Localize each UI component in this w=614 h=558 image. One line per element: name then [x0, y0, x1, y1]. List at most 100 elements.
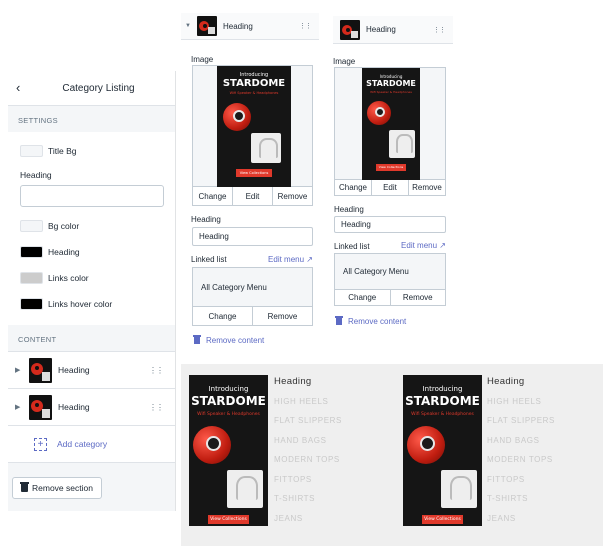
headphones-graphic	[227, 470, 263, 508]
bg-color-label: Bg color	[48, 221, 80, 231]
list-change-button[interactable]: Change	[193, 307, 253, 325]
add-plus-icon: +	[34, 437, 47, 451]
speaker-cone-graphic	[375, 107, 385, 117]
preview-link[interactable]: JEANS	[487, 514, 516, 523]
panel-header: ‹ Category Listing	[8, 71, 175, 106]
list-remove-button[interactable]: Remove	[253, 307, 312, 325]
preview-banner-image[interactable]: Introducing STARDOME Wifi Speaker & Head…	[189, 375, 268, 526]
preview-heading: Heading	[487, 376, 525, 387]
trash-icon	[20, 482, 29, 492]
preview-banner-image[interactable]: Introducing STARDOME Wifi Speaker & Head…	[403, 375, 482, 526]
bg-color-setting[interactable]: Bg color	[20, 213, 163, 239]
image-remove-button[interactable]: Remove	[409, 180, 445, 195]
preview-link[interactable]: FLAT SLIPPERS	[487, 416, 555, 425]
trash-icon	[335, 316, 343, 325]
image-label: Image	[333, 57, 356, 66]
banner-title: STARDOME	[366, 79, 416, 88]
image-change-button[interactable]: Change	[193, 187, 233, 205]
preview-link[interactable]: HIGH HEELS	[487, 397, 541, 406]
block-title: Heading	[223, 21, 253, 31]
preview-link[interactable]: HAND BAGS	[487, 436, 540, 445]
remove-section-button[interactable]: Remove section	[12, 477, 102, 499]
drag-handle-icon[interactable]: ⋮⋮	[299, 22, 312, 30]
title-bg-swatch[interactable]	[20, 145, 43, 157]
add-category-label: Add category	[57, 439, 108, 449]
banner-image: Introducing STARDOME Wifi Speaker & Head…	[362, 68, 420, 180]
list-change-button[interactable]: Change	[335, 290, 391, 305]
preview-link[interactable]: FITTOPS	[274, 475, 312, 484]
banner-button[interactable]: View Collections	[208, 515, 249, 524]
content-block-row[interactable]: ▶ Heading ⋮⋮	[8, 352, 175, 389]
banner-intro: Introducing	[208, 385, 249, 393]
preview-link[interactable]: T-SHIRTS	[274, 494, 315, 503]
list-remove-button[interactable]: Remove	[391, 290, 446, 305]
heading-color-swatch[interactable]	[20, 246, 43, 258]
heading-color-setting[interactable]: Heading	[20, 239, 163, 265]
links-color-setting[interactable]: Links color	[20, 265, 163, 291]
trash-icon	[193, 335, 201, 344]
edit-menu-link[interactable]: Edit menu ↗	[401, 241, 446, 250]
linked-list-label: Linked list	[191, 255, 227, 264]
links-hover-color-swatch[interactable]	[20, 298, 43, 310]
heading-field-label: Heading	[20, 170, 52, 180]
heading-input[interactable]	[20, 185, 164, 207]
image-picker: Introducing STARDOME Wifi Speaker & Head…	[192, 65, 313, 187]
preview-link[interactable]: FITTOPS	[487, 475, 525, 484]
image-label: Image	[191, 55, 214, 64]
drag-handle-icon[interactable]: ⋮⋮	[433, 26, 446, 34]
headphones-graphic	[389, 130, 415, 158]
remove-content-label: Remove content	[206, 336, 265, 345]
expand-caret-icon[interactable]: ▶	[15, 366, 20, 374]
preview-link[interactable]: HIGH HEELS	[274, 397, 328, 406]
image-edit-button[interactable]: Edit	[233, 187, 273, 205]
title-bg-label: Title Bg	[48, 146, 77, 156]
preview-link[interactable]: HAND BAGS	[274, 436, 327, 445]
block-editor-expanded-alt: Heading ⋮⋮ Image Introducing STARDOME Wi…	[333, 16, 453, 334]
preview-link[interactable]: JEANS	[274, 514, 303, 523]
preview-link[interactable]: MODERN TOPS	[274, 455, 340, 464]
expand-caret-icon[interactable]: ▶	[15, 403, 20, 411]
banner-subtitle: Wifi Speaker & Headphones	[229, 91, 279, 95]
add-category-button[interactable]: + Add category	[8, 426, 175, 463]
block-label: Heading	[58, 365, 90, 375]
preview-link[interactable]: T-SHIRTS	[487, 494, 528, 503]
remove-content-link[interactable]: Remove content	[193, 335, 265, 345]
external-link-icon: ↗	[306, 255, 313, 264]
content-section-label: CONTENT	[18, 335, 57, 344]
speaker-cone-graphic	[233, 110, 245, 122]
image-remove-button[interactable]: Remove	[273, 187, 312, 205]
linked-list-value: All Category Menu	[192, 267, 313, 307]
links-hover-color-setting[interactable]: Links hover color	[20, 291, 163, 317]
block-thumbnail	[197, 16, 217, 36]
remove-content-link[interactable]: Remove content	[335, 316, 406, 326]
section-settings-panel: ‹ Category Listing SETTINGS Title Bg Hea…	[8, 71, 176, 511]
links-color-swatch[interactable]	[20, 272, 43, 284]
heading-input[interactable]: Heading	[192, 227, 313, 246]
back-arrow-icon[interactable]: ‹	[16, 80, 20, 95]
edit-menu-link[interactable]: Edit menu ↗	[268, 255, 313, 264]
preview-link[interactable]: MODERN TOPS	[487, 455, 553, 464]
links-color-label: Links color	[48, 273, 89, 283]
preview-link[interactable]: FLAT SLIPPERS	[274, 416, 342, 425]
title-bg-setting[interactable]: Title Bg	[20, 138, 163, 164]
heading-field-label: Heading	[191, 215, 221, 224]
block-editor-header[interactable]: Heading ⋮⋮	[333, 16, 453, 44]
content-block-row[interactable]: ▶ Heading ⋮⋮	[8, 389, 175, 426]
linked-list-actions: Change Remove	[192, 307, 313, 326]
block-editor-expanded: ▼ Heading ⋮⋮ Image Introducing STARDOME …	[181, 13, 319, 353]
settings-section-label: SETTINGS	[18, 116, 58, 125]
collapse-caret-icon[interactable]: ▼	[185, 23, 191, 29]
banner-button[interactable]: View Collections	[422, 515, 463, 524]
block-thumbnail	[29, 394, 52, 420]
block-editor-header[interactable]: ▼ Heading ⋮⋮	[181, 13, 319, 40]
banner-subtitle: Wifi Speaker & Headphones	[197, 412, 260, 417]
image-change-button[interactable]: Change	[335, 180, 372, 195]
remove-section-label: Remove section	[32, 483, 93, 493]
image-edit-button[interactable]: Edit	[372, 180, 409, 195]
drag-handle-icon[interactable]: ⋮⋮	[149, 366, 164, 375]
bg-color-swatch[interactable]	[20, 220, 43, 232]
heading-input[interactable]: Heading	[334, 216, 446, 233]
category-listing-preview: Introducing STARDOME Wifi Speaker & Head…	[181, 364, 603, 546]
drag-handle-icon[interactable]: ⋮⋮	[149, 403, 164, 412]
banner-subtitle: Wifi Speaker & Headphones	[411, 412, 474, 417]
